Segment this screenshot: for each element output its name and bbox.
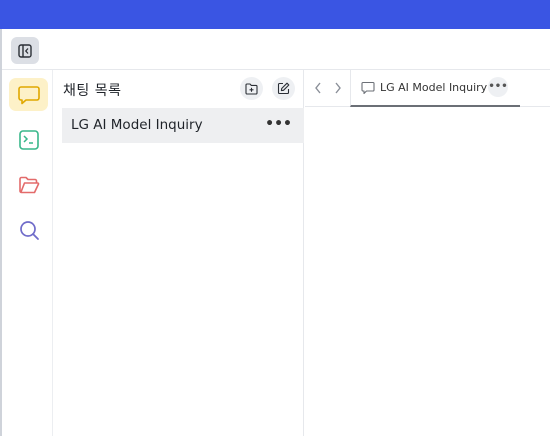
activity-rail bbox=[2, 70, 53, 436]
chat-bubble-icon bbox=[361, 81, 375, 95]
app-window: 채팅 목록 LG AI Model Inquiry ••• LG AI Mode… bbox=[0, 29, 550, 436]
window-title-bar bbox=[0, 0, 550, 29]
terminal-icon bbox=[18, 129, 39, 150]
chat-item-label: LG AI Model Inquiry bbox=[71, 117, 203, 133]
chat-content-area bbox=[305, 108, 550, 436]
chevron-right-icon bbox=[335, 82, 341, 94]
chat-list-title: 채팅 목록 bbox=[63, 83, 122, 99]
search-icon bbox=[19, 220, 39, 240]
chat-bubble-icon bbox=[17, 85, 40, 104]
new-chat-button[interactable] bbox=[272, 77, 295, 100]
rail-chat-button[interactable] bbox=[9, 78, 48, 111]
chevron-left-icon bbox=[315, 82, 321, 94]
tab-lg-ai-model-inquiry[interactable]: LG AI Model Inquiry ••• bbox=[350, 70, 520, 107]
rail-search-button[interactable] bbox=[9, 213, 48, 246]
tab-forward-button[interactable] bbox=[329, 79, 347, 97]
folder-icon bbox=[18, 176, 39, 193]
tab-bar: LG AI Model Inquiry ••• bbox=[305, 70, 550, 107]
edit-icon bbox=[277, 82, 290, 95]
sidebar-toggle-button[interactable] bbox=[11, 37, 39, 64]
rail-folder-button[interactable] bbox=[9, 168, 48, 201]
sidebar-collapse-icon bbox=[18, 43, 32, 58]
top-toolbar bbox=[2, 29, 550, 70]
tab-label: LG AI Model Inquiry bbox=[380, 81, 488, 94]
rail-terminal-button[interactable] bbox=[9, 123, 48, 156]
tab-more-button[interactable]: ••• bbox=[488, 77, 508, 97]
new-folder-icon bbox=[245, 82, 258, 95]
new-folder-button[interactable] bbox=[240, 77, 263, 100]
chat-list-panel: 채팅 목록 LG AI Model Inquiry ••• bbox=[54, 70, 304, 436]
tab-back-button[interactable] bbox=[309, 79, 327, 97]
chat-item-more-button[interactable]: ••• bbox=[265, 116, 292, 132]
chat-list-item[interactable]: LG AI Model Inquiry ••• bbox=[62, 108, 304, 143]
